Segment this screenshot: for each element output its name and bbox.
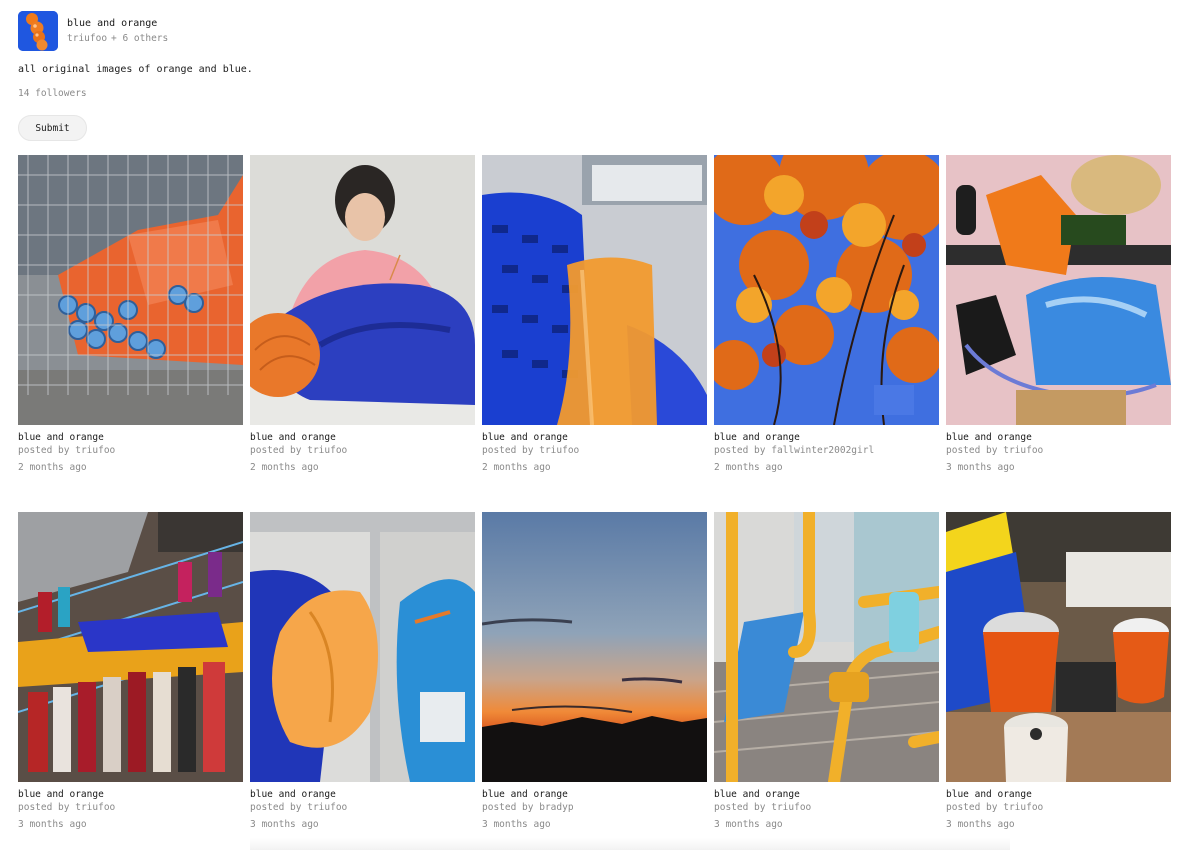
post-card: blue and orange posted by triufoo 2 mont…	[250, 155, 475, 481]
post-title[interactable]: blue and orange	[250, 789, 475, 801]
post-author-link[interactable]: bradyp	[539, 802, 573, 813]
bottom-fade	[250, 838, 1010, 850]
post-card: blue and orange posted by triufoo 3 mont…	[18, 512, 243, 838]
post-grid: blue and orange posted by triufoo 2 mont…	[18, 155, 1171, 838]
post-image[interactable]	[482, 512, 707, 782]
followers-count[interactable]: 14 followers	[18, 88, 87, 99]
post-card: blue and orange posted by triufoo 2 mont…	[482, 155, 707, 481]
posted-by-label: posted by	[18, 802, 70, 813]
post-author-link[interactable]: triufoo	[771, 802, 811, 813]
post-time: 2 months ago	[250, 462, 319, 473]
post-time: 2 months ago	[714, 462, 783, 473]
post-author-link[interactable]: triufoo	[307, 802, 347, 813]
post-time: 2 months ago	[482, 462, 551, 473]
post-author-link[interactable]: triufoo	[1003, 802, 1043, 813]
post-image[interactable]	[946, 155, 1171, 425]
posted-by-label: posted by	[482, 445, 534, 456]
submit-button[interactable]: Submit	[18, 115, 87, 141]
post-title[interactable]: blue and orange	[714, 789, 939, 801]
post-title[interactable]: blue and orange	[482, 789, 707, 801]
post-time: 3 months ago	[18, 819, 87, 830]
post-image[interactable]	[946, 512, 1171, 782]
post-author-link[interactable]: triufoo	[75, 802, 115, 813]
post-title[interactable]: blue and orange	[714, 432, 939, 444]
group-owner-link[interactable]: triufoo	[67, 32, 107, 46]
group-description: all original images of orange and blue.	[18, 64, 253, 75]
post-time: 3 months ago	[946, 819, 1015, 830]
group-others-link[interactable]: + 6 others	[111, 32, 168, 46]
post-card: blue and orange posted by triufoo 3 mont…	[946, 155, 1171, 481]
post-image[interactable]	[18, 512, 243, 782]
posted-by-label: posted by	[482, 802, 534, 813]
post-author-link[interactable]: triufoo	[75, 445, 115, 456]
posted-by-label: posted by	[714, 445, 766, 456]
post-author-link[interactable]: triufoo	[307, 445, 347, 456]
post-time: 2 months ago	[18, 462, 87, 473]
post-image[interactable]	[714, 155, 939, 425]
post-image[interactable]	[250, 155, 475, 425]
post-card: blue and orange posted by triufoo 3 mont…	[250, 512, 475, 838]
post-time: 3 months ago	[714, 819, 783, 830]
post-image[interactable]	[250, 512, 475, 782]
post-author-link[interactable]: triufoo	[1003, 445, 1043, 456]
post-title[interactable]: blue and orange	[18, 432, 243, 444]
group-avatar[interactable]	[18, 11, 58, 51]
post-author-link[interactable]: triufoo	[539, 445, 579, 456]
group-title: blue and orange	[67, 17, 158, 29]
group-header: blue and orange triufoo + 6 others	[18, 11, 168, 51]
post-title[interactable]: blue and orange	[250, 432, 475, 444]
post-author-link[interactable]: fallwinter2002girl	[771, 445, 874, 456]
posted-by-label: posted by	[250, 445, 302, 456]
post-title[interactable]: blue and orange	[946, 789, 1171, 801]
post-image[interactable]	[714, 512, 939, 782]
post-card: blue and orange posted by triufoo 2 mont…	[18, 155, 243, 481]
post-card: blue and orange posted by fallwinter2002…	[714, 155, 939, 481]
post-card: blue and orange posted by triufoo 3 mont…	[714, 512, 939, 838]
post-time: 3 months ago	[250, 819, 319, 830]
post-image[interactable]	[482, 155, 707, 425]
post-image[interactable]	[18, 155, 243, 425]
post-card: blue and orange posted by triufoo 3 mont…	[946, 512, 1171, 838]
post-card: blue and orange posted by bradyp 3 month…	[482, 512, 707, 838]
posted-by-label: posted by	[946, 802, 998, 813]
post-time: 3 months ago	[482, 819, 551, 830]
post-time: 3 months ago	[946, 462, 1015, 473]
posted-by-label: posted by	[714, 802, 766, 813]
post-title[interactable]: blue and orange	[18, 789, 243, 801]
posted-by-label: posted by	[250, 802, 302, 813]
posted-by-label: posted by	[946, 445, 998, 456]
posted-by-label: posted by	[18, 445, 70, 456]
post-title[interactable]: blue and orange	[482, 432, 707, 444]
post-title[interactable]: blue and orange	[946, 432, 1171, 444]
